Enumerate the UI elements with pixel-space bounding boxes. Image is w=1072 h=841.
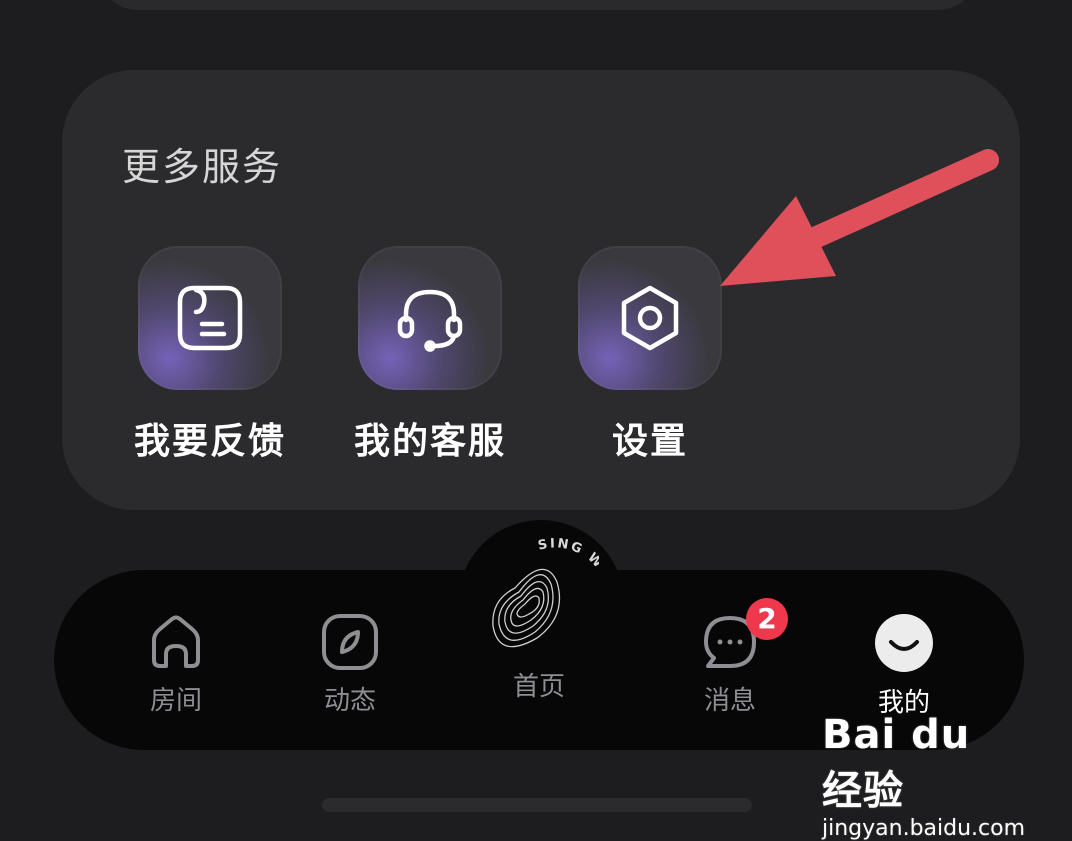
previous-card: [98, 0, 978, 10]
compass-icon: [322, 614, 378, 670]
customer-service-label: 我的客服: [353, 421, 506, 462]
tab-moments-label: 动态: [323, 686, 376, 716]
smile-avatar-icon: [875, 614, 933, 672]
sing-with-me-logo: SING WITH ME: [492, 536, 599, 648]
watermark-brand: Bai du 经验: [822, 712, 971, 814]
services-title: 更多服务: [122, 145, 283, 189]
home-indicator[interactable]: [322, 798, 752, 812]
annotation-arrow-icon: [720, 149, 999, 286]
watermark-url: jingyan.baidu.com: [822, 816, 1026, 841]
headset-icon: [358, 246, 502, 390]
tab-home-label: 首页: [512, 672, 565, 702]
feedback-icon: [138, 246, 282, 390]
settings-label: 设置: [611, 421, 688, 462]
house-icon: [152, 615, 200, 668]
baidu-jingyan-watermark: Bai du 经验 jingyan.baidu.com: [822, 712, 1026, 841]
tab-messages-label: 消息: [703, 686, 756, 716]
tab-me[interactable]: 我的: [844, 612, 964, 719]
tab-messages[interactable]: 2 消息: [670, 598, 790, 717]
tab-moments[interactable]: 动态: [290, 612, 410, 717]
feedback-label: 我要反馈: [133, 421, 286, 462]
tab-room-label: 房间: [149, 686, 202, 716]
feedback-button[interactable]: 我要反馈: [130, 246, 290, 464]
customer-service-button[interactable]: 我的客服: [350, 246, 510, 464]
tab-room[interactable]: 房间: [116, 612, 236, 717]
message-badge: 2: [746, 598, 788, 640]
tab-home[interactable]: SING WITH ME 首页: [479, 532, 599, 703]
